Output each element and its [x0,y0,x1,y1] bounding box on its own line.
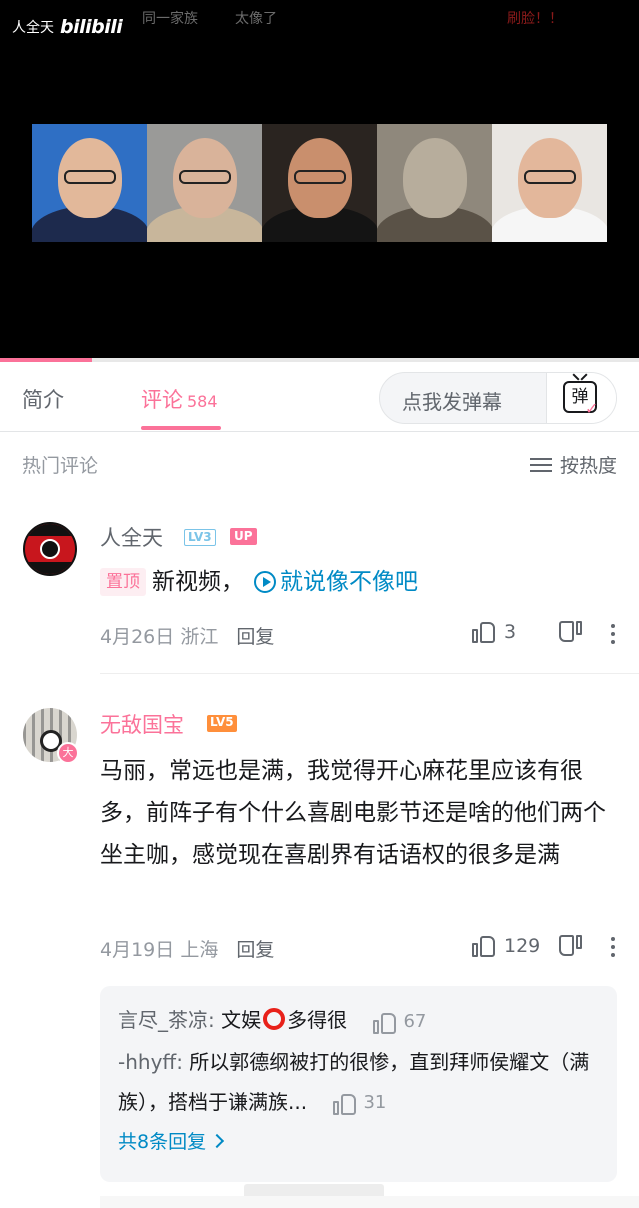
portrait-photo-2 [147,124,262,242]
portrait-photo-1 [32,124,147,242]
thumbs-up-icon[interactable] [472,620,496,644]
menu-lines-icon [529,457,552,473]
comment-username[interactable]: 无敌国宝 [100,709,184,739]
bilibili-logo: bilibili [60,16,123,38]
sort-label: 按热度 [559,455,617,477]
video-link[interactable]: 就说像不像吧 [254,561,418,603]
reply-username[interactable]: 言尽_茶凉 [118,1008,208,1032]
danmaku-input[interactable]: 点我发弹幕 弹 ✓ [379,372,617,424]
watermark-name: 人全天 [12,20,54,36]
portrait-photo-4 [377,124,492,242]
reply-like[interactable]: 31 [333,1083,386,1123]
up-badge: UP [230,528,257,545]
tab-bar: 简介 评论 584 点我发弹幕 弹 ✓ [0,362,639,432]
reply-username[interactable]: -hhyff [118,1050,176,1074]
reply-text-after: 多得很 [287,1008,348,1032]
danmaku-placeholder: 点我发弹幕 [402,390,502,414]
video-link-text: 就说像不像吧 [280,569,418,595]
red-circle-emoji-icon [263,1008,286,1030]
comment-meta: 4月26日 浙江 回复 [100,622,274,649]
reply-text-before: 文娱 [221,1008,262,1032]
hot-comments-title: 热门评论 [22,455,99,477]
comment-actions: 3 [472,620,582,644]
play-icon [254,571,276,593]
like-count: 3 [504,621,517,643]
comment-location: 浙江 [180,626,219,648]
thumbs-up-icon [333,1092,357,1115]
video-frame-photos [32,124,607,242]
vip-badge: 大 [57,742,79,764]
comment-username[interactable]: 人全天 [100,522,163,552]
tab-comments-count: 584 [187,392,218,411]
reply-item: 言尽_茶凉: 文娱 多得很 67 [118,1000,599,1042]
tab-intro[interactable]: 简介 [22,384,64,414]
reply-like-count: 31 [363,1092,387,1113]
chevron-right-icon [210,1133,225,1148]
reply-like[interactable]: 67 [373,1002,426,1042]
portrait-photo-5 [492,124,607,242]
active-tab-indicator [141,426,221,430]
comment-text: 马丽，常远也是满，我觉得开心麻花里应该有很多，前阵子有个什么喜剧电影节还是啥的他… [100,758,606,868]
level-badge: LV5 [207,715,237,732]
more-options-icon[interactable] [611,624,617,644]
thumbs-down-icon[interactable] [558,934,582,958]
comment-content: 置顶 新视频， 就说像不像吧 [100,561,418,603]
video-watermark: 人全天 bilibili [12,16,123,38]
comment-divider [100,673,639,674]
thumbs-down-icon[interactable] [558,620,582,644]
video-player[interactable]: 人全天 bilibili 同一家族 太像了 刷脸！！ [0,0,639,362]
sort-button[interactable]: 按热度 [529,451,617,478]
thumbs-up-icon [373,1011,397,1034]
comment-text: 新视频， [152,569,244,595]
view-all-replies-link[interactable]: 共8条回复 [118,1127,599,1154]
reply-like-count: 67 [403,1010,427,1032]
tab-comments-label: 评论 [141,388,183,412]
more-replies-label: 共8条回复 [118,1131,207,1153]
danmaku-ticker-2: 太像了 [235,11,277,27]
danmaku-ticker-3: 刷脸！！ [507,11,563,27]
reply-button[interactable]: 回复 [236,939,274,961]
bottom-edge [100,1196,639,1208]
comment-date: 4月19日 [100,939,175,961]
like-count: 129 [504,935,541,957]
more-options-icon[interactable] [611,937,617,957]
reply-item: -hhyff: 所以郭德纲被打的很惨，直到拜师侯耀文（满族），搭档于谦满族...… [118,1042,599,1124]
danmaku-ticker-1: 同一家族 [142,11,198,27]
level-badge: LV3 [184,529,216,546]
portrait-photo-3 [262,124,377,242]
reply-preview-box[interactable]: 言尽_茶凉: 文娱 多得很 67 -hhyff: 所以郭德纲被打的很惨，直到拜师侯… [100,986,617,1182]
pinned-badge: 置顶 [100,568,146,596]
danmaku-toggle-button[interactable]: 弹 ✓ [546,373,616,423]
thumbs-up-icon[interactable] [472,934,496,958]
comment-location: 上海 [180,939,219,961]
reply-button[interactable]: 回复 [236,626,274,648]
comment-actions: 129 [472,934,582,958]
comment-date: 4月26日 [100,626,175,648]
check-icon: ✓ [585,399,599,418]
tab-comments[interactable]: 评论 584 [141,384,218,414]
comment-meta: 4月19日 上海 回复 [100,935,274,962]
avatar[interactable] [23,522,77,576]
